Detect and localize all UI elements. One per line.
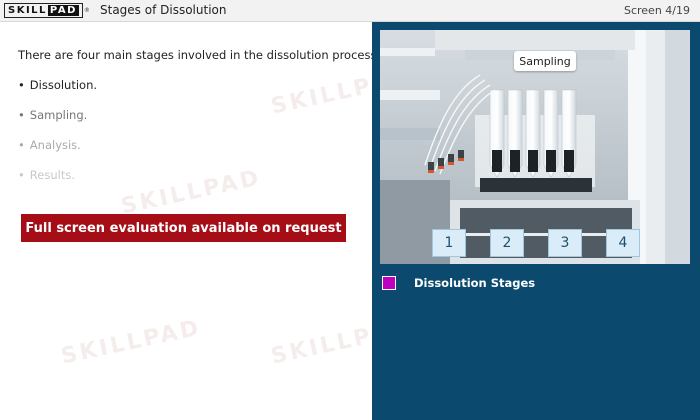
list-item: • Results. (18, 168, 75, 182)
stage-3-button[interactable]: 3 (548, 229, 582, 257)
stage-4-button[interactable]: 4 (606, 229, 640, 257)
illustration-panel: Sampling 1 2 3 4 Dissolution Stages (372, 22, 700, 420)
top-bar: SKILL PAD ® Stages of Dissolution Screen 4… (0, 0, 700, 22)
stage-1-button[interactable]: 1 (432, 229, 466, 257)
dissolution-apparatus-image: Sampling 1 2 3 4 (380, 30, 690, 264)
skillpad-logo: SKILL PAD ® (4, 3, 94, 18)
screen-counter: Screen 4/19 (623, 4, 690, 17)
watermark: SKILLPAD (58, 315, 204, 370)
watermark: SKILLPAD (118, 165, 264, 220)
stage-list: • Dissolution. • Sampling. • Analysis. • Res… (18, 78, 97, 198)
evaluation-banner: Full screen evaluation available on requ… (21, 214, 346, 242)
list-item: • Dissolution. (18, 78, 98, 92)
purple-marker-icon (382, 276, 396, 290)
list-item: • Sampling. (18, 108, 88, 122)
intro-label: There are four main stages involved in t… (18, 48, 381, 62)
intro-text: There are four main stages involved in t… (18, 48, 395, 62)
list-item: • Analysis. (18, 138, 81, 152)
caption: Dissolution Stages (382, 276, 535, 290)
caption-label: Dissolution Stages (414, 276, 536, 290)
sampling-label: Sampling (514, 51, 576, 71)
stage-2-button[interactable]: 2 (490, 229, 524, 257)
page-title: Stages of Dissolution (100, 3, 227, 17)
